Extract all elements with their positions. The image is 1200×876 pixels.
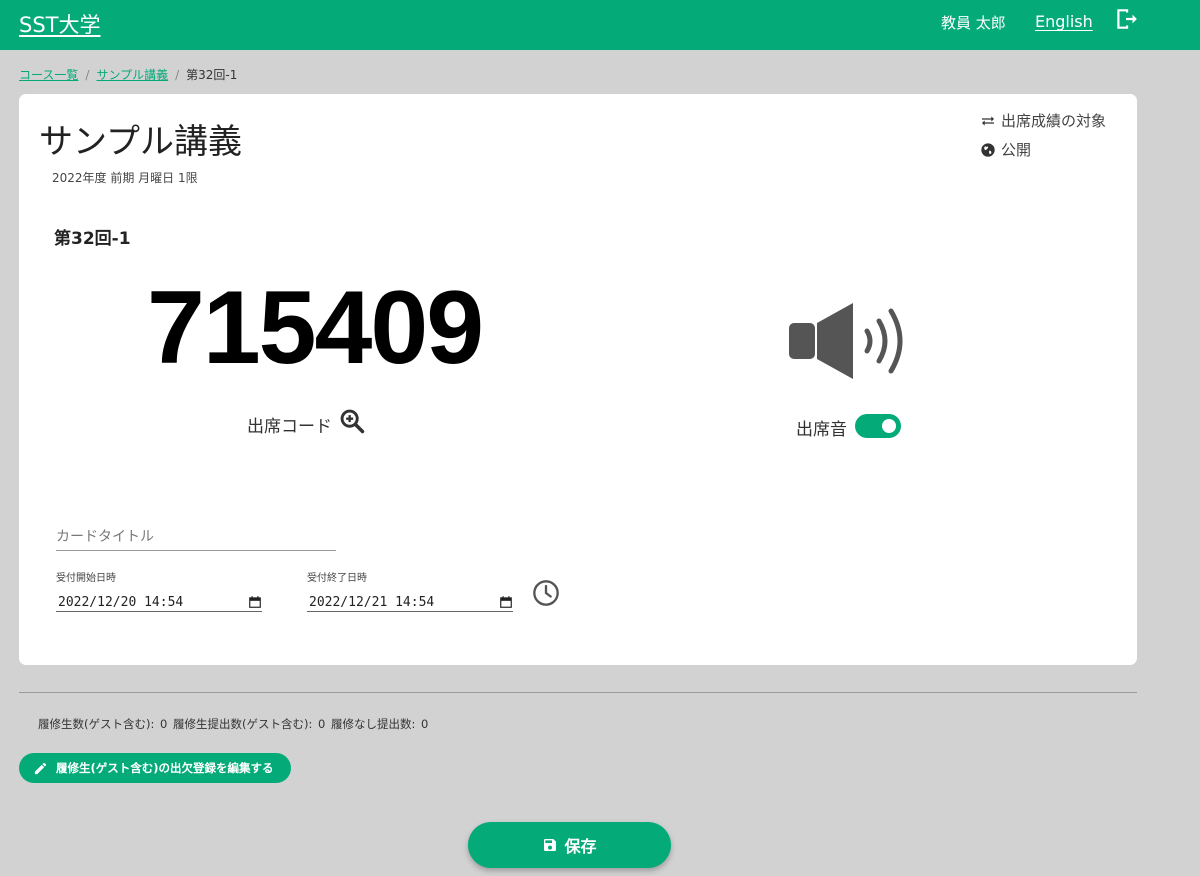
attendance-code: 715409: [147, 270, 484, 386]
calendar-icon[interactable]: [248, 595, 262, 609]
logout-icon[interactable]: [1113, 6, 1139, 32]
submission-counts: 履修生数(ゲスト含む): 0 履修生提出数(ゲスト含む): 0 履修なし提出数:…: [38, 717, 429, 731]
end-datetime-input[interactable]: 2022/12/21 14:54: [307, 593, 513, 612]
session-title: 第32回-1: [54, 229, 131, 249]
globe-icon: [981, 142, 995, 157]
pencil-icon: [34, 762, 47, 774]
start-datetime-value: 2022/12/20 14:54: [58, 594, 184, 610]
end-datetime-label: 受付終了日時: [307, 573, 367, 584]
divider: [19, 692, 1137, 693]
course-title: サンプル講義: [39, 122, 242, 162]
grade-target-toggle[interactable]: 出席成績の対象: [980, 110, 1106, 131]
breadcrumb: コース一覧 / サンプル講義 / 第32回-1: [19, 66, 237, 83]
zoom-in-icon[interactable]: [338, 407, 366, 435]
speaker-icon: [789, 303, 903, 379]
sound-label: 出席音: [796, 420, 847, 440]
start-datetime-input[interactable]: 2022/12/20 14:54: [56, 593, 262, 612]
session-card: サンプル講義 2022年度 前期 月曜日 1限 出席成績の対象 公開 第32回-…: [19, 94, 1137, 665]
end-datetime-group: 受付終了日時 2022/12/21 14:54: [307, 569, 513, 612]
breadcrumb-current: 第32回-1: [186, 68, 238, 82]
calendar-icon[interactable]: [499, 595, 513, 609]
breadcrumb-course-list[interactable]: コース一覧: [19, 68, 78, 82]
brand-link[interactable]: SST大学: [19, 9, 101, 39]
start-datetime-group: 受付開始日時 2022/12/20 14:54: [56, 569, 262, 612]
save-label: 保存: [564, 837, 597, 856]
end-datetime-value: 2022/12/21 14:54: [309, 594, 435, 610]
edit-attendance-label: 履修生(ゲスト含む)の出欠登録を編集する: [56, 761, 274, 775]
user-name: 教員 太郎: [941, 14, 1006, 32]
sound-row: 出席音: [796, 413, 901, 440]
top-nav-bar: SST大学 教員 太郎 English: [0, 0, 1200, 50]
start-datetime-label: 受付開始日時: [56, 573, 116, 584]
attendance-code-label: 出席コード: [247, 417, 332, 437]
floppy-disk-icon: [544, 839, 557, 851]
breadcrumb-course[interactable]: サンプル講義: [96, 68, 168, 82]
public-label: 公開: [1001, 141, 1032, 159]
save-button[interactable]: 保存: [468, 822, 671, 868]
edit-attendance-button[interactable]: 履修生(ゲスト含む)の出欠登録を編集する: [19, 753, 291, 783]
attendance-code-label-row: 出席コード: [247, 409, 366, 437]
breadcrumb-separator: /: [175, 68, 180, 82]
sound-toggle[interactable]: [855, 413, 901, 438]
breadcrumb-separator: /: [85, 68, 90, 82]
grade-target-label: 出席成績の対象: [1001, 112, 1107, 130]
swap-icon: [982, 115, 994, 126]
language-link[interactable]: English: [1035, 12, 1093, 31]
public-toggle[interactable]: 公開: [980, 139, 1031, 160]
course-term: 2022年度 前期 月曜日 1限: [52, 171, 198, 185]
clock-icon[interactable]: [532, 579, 560, 607]
card-title-input[interactable]: [56, 524, 336, 551]
